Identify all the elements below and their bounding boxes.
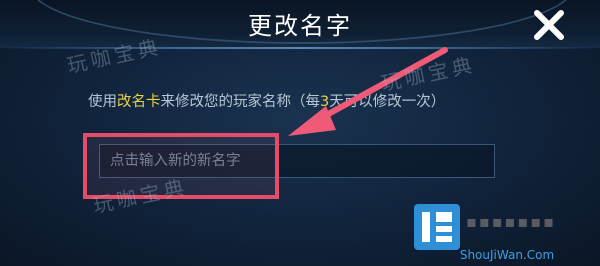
site-logo-icon xyxy=(414,204,460,250)
close-icon xyxy=(534,10,564,40)
new-name-input[interactable] xyxy=(99,144,495,178)
description-suffix: 天可以修改一次） xyxy=(329,94,446,110)
description-middle: 来修改您的玩家名称（每 xyxy=(160,94,321,110)
site-logo: ▪▪▪▪▪▪▪ ShouJiWan.Com xyxy=(414,200,600,266)
rename-description: 使用改名卡来修改您的玩家名称（每3天可以修改一次） xyxy=(88,90,445,111)
close-button[interactable] xyxy=(532,8,566,42)
dialog-header: 更改名字 xyxy=(0,0,600,49)
rename-card-label: 改名卡 xyxy=(117,94,161,110)
cooldown-days: 3 xyxy=(320,94,330,110)
logo-blurred-text: ▪▪▪▪▪▪▪ xyxy=(466,212,556,231)
header-divider xyxy=(0,47,600,49)
logo-url: ShouJiWan.Com xyxy=(459,248,555,262)
description-prefix: 使用 xyxy=(88,94,117,110)
dialog-title: 更改名字 xyxy=(248,12,352,40)
